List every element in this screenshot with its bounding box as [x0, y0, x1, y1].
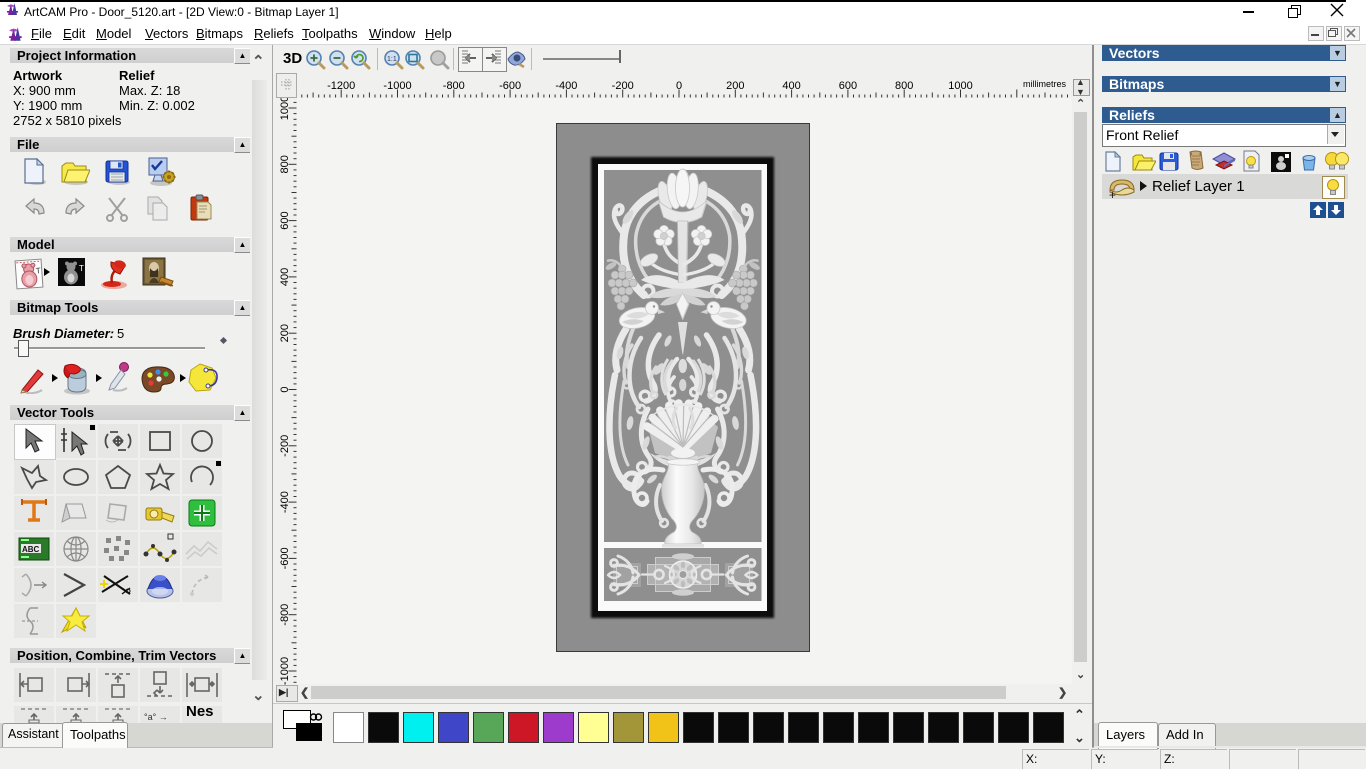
svg-text:-200: -200: [279, 435, 291, 457]
svg-text:200: 200: [726, 80, 744, 92]
svg-text:-600: -600: [499, 80, 521, 92]
svg-text:+: +: [1109, 188, 1116, 200]
svg-text:-800: -800: [279, 604, 291, 626]
svg-text:-1200: -1200: [327, 80, 355, 92]
svg-text:0: 0: [279, 386, 291, 392]
svg-text:800: 800: [279, 155, 291, 173]
svg-text:400: 400: [279, 268, 291, 286]
svg-text:1000: 1000: [279, 98, 291, 120]
svg-text:600: 600: [839, 80, 857, 92]
svg-text:800: 800: [895, 80, 913, 92]
svg-text:-200: -200: [612, 80, 634, 92]
svg-text:ABC: ABC: [22, 545, 40, 554]
svg-text:T: T: [79, 264, 84, 273]
svg-text:°a° →: °a° →: [144, 712, 168, 722]
svg-text:T: T: [35, 266, 41, 275]
svg-text:-600: -600: [279, 547, 291, 569]
svg-text:400: 400: [782, 80, 800, 92]
svg-text:200: 200: [279, 324, 291, 342]
svg-text:-800: -800: [443, 80, 465, 92]
svg-text:-400: -400: [279, 491, 291, 513]
svg-text:millimetres: millimetres: [1023, 79, 1067, 89]
svg-text:1:1: 1:1: [387, 56, 397, 63]
svg-text:600: 600: [279, 211, 291, 229]
svg-text:1000: 1000: [948, 80, 972, 92]
svg-text:-400: -400: [555, 80, 577, 92]
svg-text:-1000: -1000: [383, 80, 411, 92]
svg-text:-1000: -1000: [279, 657, 291, 685]
svg-text:0: 0: [676, 80, 682, 92]
